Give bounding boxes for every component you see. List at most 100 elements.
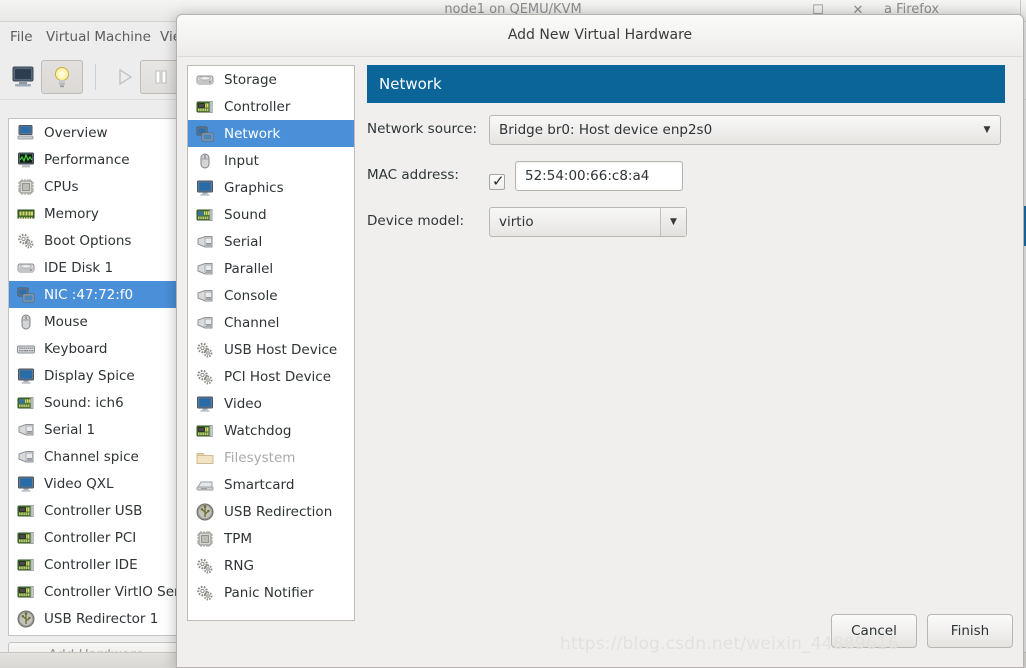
category-item-video[interactable]: Video (188, 390, 354, 417)
device-model-select[interactable]: virtio ▼ (489, 207, 687, 237)
category-item-label: PCI Host Device (224, 368, 332, 385)
category-item-rng[interactable]: RNG (188, 552, 354, 579)
category-item-storage[interactable]: Storage (188, 66, 354, 93)
category-item-watchdog[interactable]: Watchdog (188, 417, 354, 444)
gears-icon (196, 368, 214, 386)
hardware-list-item[interactable]: Mouse (9, 308, 176, 335)
category-item-sound[interactable]: Sound (188, 201, 354, 228)
category-item-usb-host-device[interactable]: USB Host Device (188, 336, 354, 363)
category-item-pci-host-device[interactable]: PCI Host Device (188, 363, 354, 390)
hardware-list-item-label: Controller IDE (44, 556, 138, 573)
mouse-icon (196, 152, 214, 170)
category-item-label: USB Redirection (224, 503, 333, 520)
harddisk-icon (17, 259, 35, 277)
keyboard-icon (17, 340, 35, 358)
category-item-parallel[interactable]: Parallel (188, 255, 354, 282)
hardware-list-item-label: Channel spice (44, 448, 139, 465)
device-model-label: Device model: (367, 213, 465, 229)
category-item-label: USB Host Device (224, 341, 338, 358)
controller-card-icon (17, 529, 35, 547)
cpu-chip-icon (196, 530, 214, 548)
device-model-value: virtio (499, 214, 534, 230)
category-item-console[interactable]: Console (188, 282, 354, 309)
toolbar-console-button[interactable] (2, 60, 44, 94)
category-item-label: Sound (224, 206, 267, 223)
category-item-label: Video (224, 395, 262, 412)
category-item-label: Channel (224, 314, 280, 331)
watermark: https://blog.csdn.net/weixin_44889616 (560, 634, 899, 654)
harddisk-icon (196, 71, 214, 89)
mac-address-checkbox[interactable]: ✓ (489, 172, 505, 190)
serial-port-icon (17, 448, 35, 466)
hardware-list-item[interactable]: Performance (9, 146, 176, 173)
hardware-list[interactable]: Overview Performance CPUs Memory Boot Option… (8, 118, 176, 636)
soundcard-icon (17, 394, 35, 412)
display-icon (17, 475, 35, 493)
hardware-list-item[interactable]: CPUs (9, 173, 176, 200)
hardware-list-item[interactable]: Video QXL (9, 470, 176, 497)
hardware-list-item[interactable]: Sound: ich6 (9, 389, 176, 416)
chevron-down-icon: ▼ (660, 208, 686, 236)
screen: node1 on QEMU/KVM ☐ ✕ a Firefox File Vir… (0, 0, 1026, 668)
category-item-label: Input (224, 152, 259, 169)
cpu-chip-icon (17, 178, 35, 196)
category-item-channel[interactable]: Channel (188, 309, 354, 336)
category-item-tpm[interactable]: TPM (188, 525, 354, 552)
gears-icon (196, 557, 214, 575)
toolbar-show-details-button[interactable] (41, 60, 83, 94)
category-item-label: Network (224, 125, 281, 142)
hardware-list-item[interactable]: Boot Options (9, 227, 176, 254)
category-item-filesystem: Filesystem (188, 444, 354, 471)
category-item-network[interactable]: Network (188, 120, 354, 147)
hardware-list-item[interactable]: NIC :47:72:f0 (9, 281, 176, 308)
finish-button[interactable]: Finish (927, 614, 1013, 648)
menu-file[interactable]: File (10, 29, 33, 45)
gears-icon (196, 341, 214, 359)
category-item-controller[interactable]: Controller (188, 93, 354, 120)
hardware-list-item[interactable]: Controller VirtIO Ser (9, 578, 176, 605)
usb-icon (17, 610, 35, 628)
gears-icon (196, 584, 214, 602)
category-item-graphics[interactable]: Graphics (188, 174, 354, 201)
pane-title: Network (379, 75, 442, 93)
serial-port-icon (196, 233, 214, 251)
hardware-category-list[interactable]: Storage Controller Network Input Graphics Sou… (187, 65, 355, 621)
hardware-list-item[interactable]: Channel spice (9, 443, 176, 470)
mac-address-input[interactable]: 52:54:00:66:c8:a4 (515, 161, 683, 191)
controller-card-icon (196, 422, 214, 440)
console-view-icon (10, 65, 36, 89)
display-icon (17, 367, 35, 385)
hardware-list-item[interactable]: Controller USB (9, 497, 176, 524)
display-icon (196, 179, 214, 197)
hardware-list-item[interactable]: Controller IDE (9, 551, 176, 578)
hardware-list-item[interactable]: Serial 1 (9, 416, 176, 443)
hardware-list-item[interactable]: Controller PCI (9, 524, 176, 551)
hardware-list-item[interactable]: Memory (9, 200, 176, 227)
category-item-input[interactable]: Input (188, 147, 354, 174)
hardware-list-item[interactable]: Keyboard (9, 335, 176, 362)
category-item-panic-notifier[interactable]: Panic Notifier (188, 579, 354, 606)
hardware-list-item-label: Controller USB (44, 502, 143, 519)
dialog-titlebar: Add New Virtual Hardware (177, 15, 1023, 57)
checkmark-icon: ✓ (492, 172, 505, 190)
gears-icon (17, 232, 35, 250)
category-item-usb-redirection[interactable]: USB Redirection (188, 498, 354, 525)
controller-card-icon (17, 502, 35, 520)
hardware-list-item[interactable]: Overview (9, 119, 176, 146)
category-item-smartcard[interactable]: Smartcard (188, 471, 354, 498)
category-item-serial[interactable]: Serial (188, 228, 354, 255)
controller-card-icon (17, 556, 35, 574)
hardware-list-item[interactable]: IDE Disk 1 (9, 254, 176, 281)
controller-card-icon (17, 583, 35, 601)
pane-header: Network (367, 65, 1005, 103)
hardware-list-item[interactable]: USB Redirector 1 (9, 605, 176, 632)
add-new-virtual-hardware-dialog: Add New Virtual Hardware Storage Controll… (176, 14, 1024, 668)
hardware-list-item-label: Overview (44, 124, 108, 141)
category-item-label: Storage (224, 71, 277, 88)
category-item-label: RNG (224, 557, 254, 574)
hardware-list-item-label: Sound: ich6 (44, 394, 124, 411)
network-source-select[interactable]: Bridge br0: Host device enp2s0 ▼ (489, 115, 1001, 145)
hardware-list-item[interactable]: Display Spice (9, 362, 176, 389)
display-icon (196, 395, 214, 413)
menu-virtual-machine[interactable]: Virtual Machine (46, 29, 151, 45)
